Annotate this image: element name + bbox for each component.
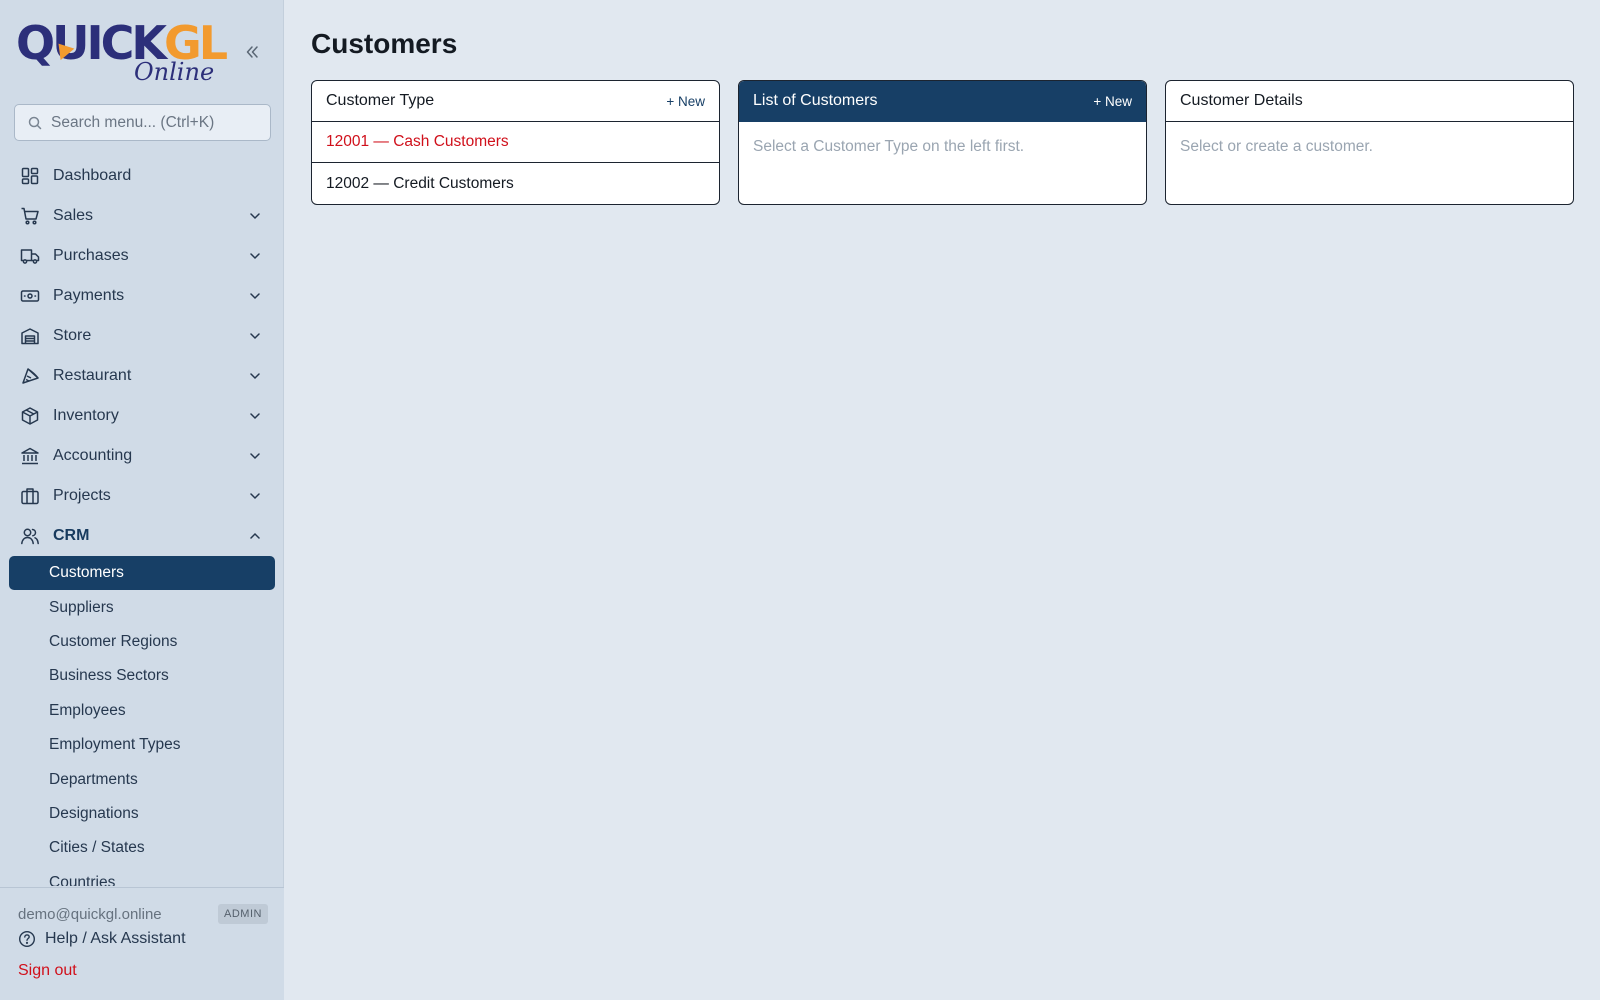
logo-text-online: Online [134,58,215,86]
users-icon [20,526,40,546]
box-icon [20,406,40,426]
nav-subitem-customer-regions[interactable]: Customer Regions [0,625,284,659]
nav-item-payments[interactable]: Payments [0,276,284,316]
restaurant-icon [20,366,40,386]
customer-type-panel: Customer Type + New 12001 — Cash Custome… [311,80,720,205]
empty-state-message: Select a Customer Type on the left first… [753,138,1025,155]
nav-label: Dashboard [53,167,132,184]
customer-type-row-cash[interactable]: 12001 — Cash Customers [312,122,719,163]
chevron-down-icon [247,488,263,504]
chevron-down-icon [247,368,263,384]
chevron-down-icon [247,248,263,264]
nav-label: Store [53,327,92,344]
chevron-down-icon [247,288,263,304]
nav-item-dashboard[interactable]: Dashboard [0,156,284,196]
banknote-icon [20,286,40,306]
page-title: Customers [311,28,458,59]
new-customer-type-button[interactable]: + New [666,94,705,109]
warehouse-icon [20,326,40,346]
nav-label: Accounting [53,447,133,464]
cart-icon [20,206,40,226]
main-navigation: Dashboard Sales Purchases Payments Store… [0,156,284,886]
nav-label: Projects [53,487,111,504]
dashboard-icon [20,166,40,186]
quickgl-logo[interactable]: QUICKGL Online [16,12,228,90]
chevrons-left-icon [246,46,258,58]
nav-label: CRM [53,527,90,544]
nav-item-crm[interactable]: CRM [0,516,284,556]
customer-type-row-credit[interactable]: 12002 — Credit Customers [312,163,719,204]
briefcase-icon [20,486,40,506]
chevron-up-icon [247,528,263,544]
role-badge: ADMIN [218,904,268,924]
nav-item-store[interactable]: Store [0,316,284,356]
search-input[interactable] [51,113,261,132]
empty-state-message: Select or create a customer. [1180,138,1373,155]
nav-label: Payments [53,287,125,304]
nav-subitem-customers[interactable]: Customers [9,556,275,590]
nav-item-sales[interactable]: Sales [0,196,284,236]
nav-subitem-designations[interactable]: Designations [0,797,284,831]
panel-header: Customer Details [1166,81,1573,122]
nav-subitem-suppliers[interactable]: Suppliers [0,590,284,624]
sidebar: QUICKGL Online Dashboard Sales Purchases… [0,0,284,1000]
collapse-sidebar-button[interactable] [240,40,264,64]
nav-label: Purchases [53,247,129,264]
nav-subitem-business-sectors[interactable]: Business Sectors [0,659,284,693]
nav-subitem-employees[interactable]: Employees [0,694,284,728]
nav-subitem-countries[interactable]: Countries [0,866,284,886]
chevron-down-icon [247,408,263,424]
user-email: demo@quickgl.online [18,906,162,923]
customer-list-panel: List of Customers + New Select a Custome… [738,80,1147,205]
nav-item-purchases[interactable]: Purchases [0,236,284,276]
panel-title: List of Customers [753,92,878,109]
new-customer-button[interactable]: + New [1093,94,1132,109]
nav-item-inventory[interactable]: Inventory [0,396,284,436]
bank-icon [20,446,40,466]
nav-subitem-cities-states[interactable]: Cities / States [0,831,284,865]
help-label: Help / Ask Assistant [45,930,186,947]
chevron-down-icon [247,448,263,464]
nav-item-accounting[interactable]: Accounting [0,436,284,476]
nav-subitem-departments[interactable]: Departments [0,762,284,796]
sign-out-link[interactable]: Sign out [18,962,77,980]
panel-title: Customer Type [326,92,435,109]
nav-label: Restaurant [53,367,132,384]
chevron-down-icon [247,208,263,224]
customer-details-panel: Customer Details Select or create a cust… [1165,80,1574,205]
help-circle-icon [18,930,36,948]
nav-subitem-employment-types[interactable]: Employment Types [0,728,284,762]
nav-item-restaurant[interactable]: Restaurant [0,356,284,396]
nav-item-projects[interactable]: Projects [0,476,284,516]
nav-label: Sales [53,207,94,224]
menu-search[interactable] [14,104,271,141]
panel-header: Customer Type + New [312,81,719,122]
panel-header: List of Customers + New [739,81,1146,122]
nav-label: Inventory [53,407,119,424]
help-assistant-link[interactable]: Help / Ask Assistant [18,930,186,948]
panel-title: Customer Details [1180,92,1303,109]
search-icon [27,115,43,131]
sidebar-footer: demo@quickgl.online ADMIN Help / Ask Ass… [0,887,284,1000]
truck-icon [20,246,40,266]
chevron-down-icon [247,328,263,344]
